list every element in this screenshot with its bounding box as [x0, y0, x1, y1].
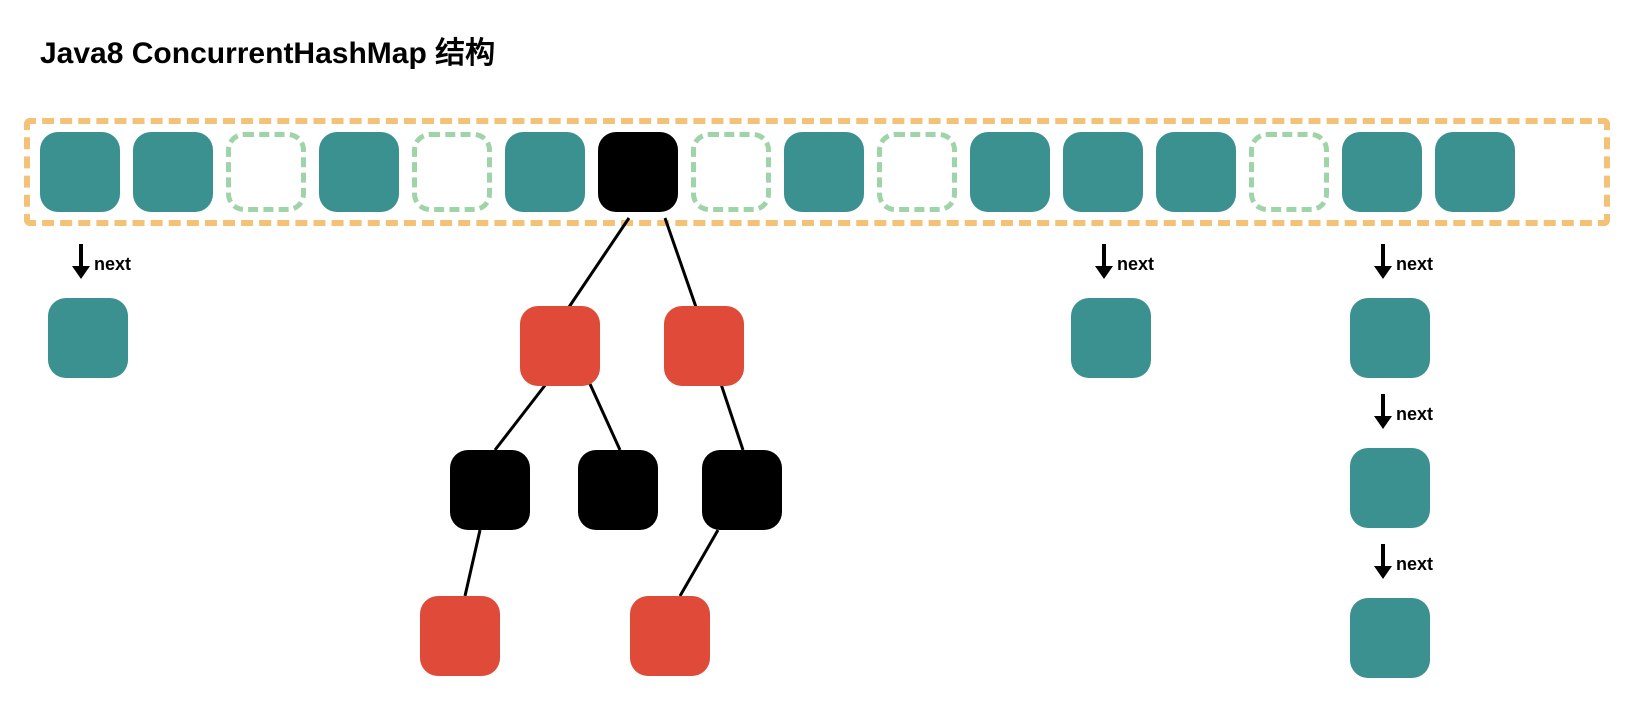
chain-arrow-11-0: next: [1093, 244, 1154, 280]
next-label: next: [94, 254, 131, 275]
bucket-6-tree-root: [598, 132, 678, 212]
chain-node-14-2: [1350, 598, 1430, 678]
bucket-9-empty: [877, 132, 957, 212]
chain-node-11-0: [1071, 298, 1151, 378]
bucket-10-filled: [970, 132, 1050, 212]
diagram-title: Java8 ConcurrentHashMap 结构: [40, 28, 495, 72]
bucket-13-empty: [1249, 132, 1329, 212]
arrow-down-icon: [1372, 544, 1394, 580]
bucket-0-filled: [40, 132, 120, 212]
arrow-down-icon: [1372, 244, 1394, 280]
bucket-11-filled: [1063, 132, 1143, 212]
tree-node-l3-red: [420, 596, 500, 676]
tree-node-l2b-black: [578, 450, 658, 530]
tree-node-r1-red: [664, 306, 744, 386]
bucket-7-empty: [691, 132, 771, 212]
tree-node-l1-red: [520, 306, 600, 386]
bucket-15-filled: [1435, 132, 1515, 212]
tree-node-l2a-black: [450, 450, 530, 530]
bucket-5-filled: [505, 132, 585, 212]
tree-node-r2-black: [702, 450, 782, 530]
bucket-4-empty: [412, 132, 492, 212]
bucket-2-empty: [226, 132, 306, 212]
bucket-1-filled: [133, 132, 213, 212]
next-label: next: [1117, 254, 1154, 275]
hash-table-array: [24, 118, 1610, 226]
bucket-12-filled: [1156, 132, 1236, 212]
next-label: next: [1396, 554, 1433, 575]
next-label: next: [1396, 404, 1433, 425]
chain-node-0-0: [48, 298, 128, 378]
chain-arrow-14-0: next: [1372, 244, 1433, 280]
chain-arrow-14-2: next: [1372, 544, 1433, 580]
bucket-14-filled: [1342, 132, 1422, 212]
chain-arrow-14-1: next: [1372, 394, 1433, 430]
arrow-down-icon: [70, 244, 92, 280]
chain-node-14-1: [1350, 448, 1430, 528]
bucket-3-filled: [319, 132, 399, 212]
chain-node-14-0: [1350, 298, 1430, 378]
arrow-down-icon: [1372, 394, 1394, 430]
arrow-down-icon: [1093, 244, 1115, 280]
next-label: next: [1396, 254, 1433, 275]
tree-node-r3-red: [630, 596, 710, 676]
bucket-8-filled: [784, 132, 864, 212]
chain-arrow-0-0: next: [70, 244, 131, 280]
